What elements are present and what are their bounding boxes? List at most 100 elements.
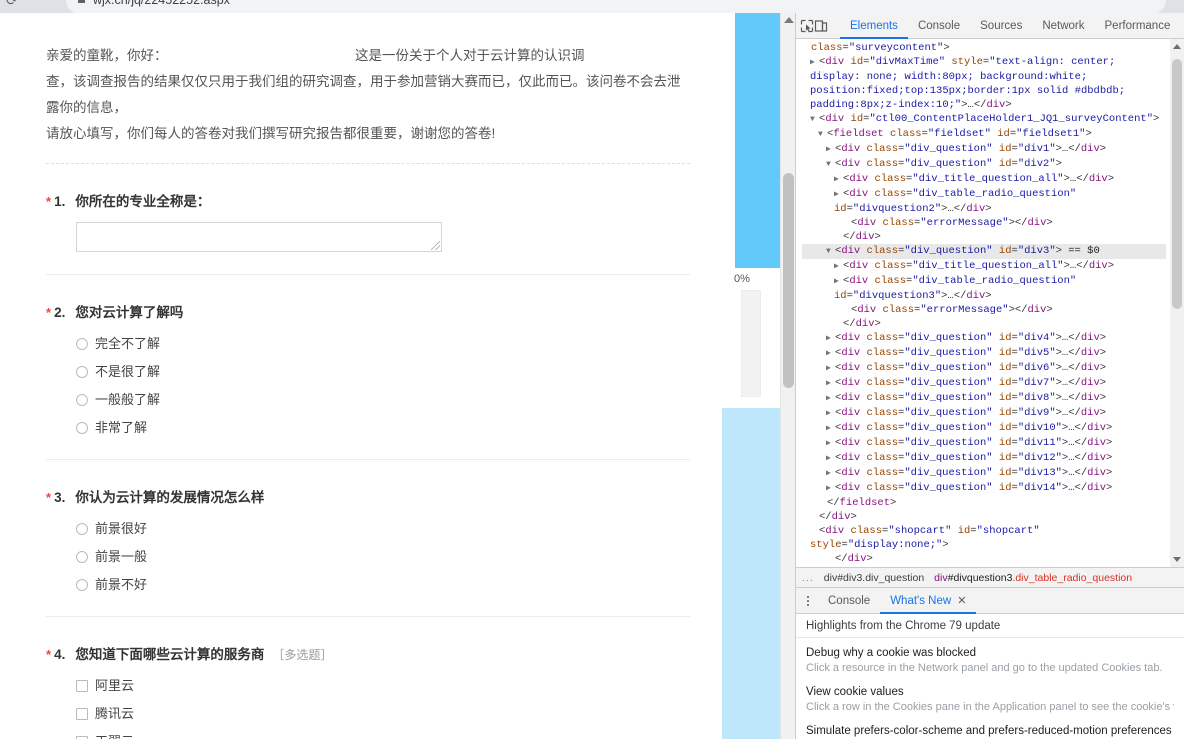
checkbox-icon[interactable] bbox=[76, 708, 88, 720]
whats-new-item-title[interactable]: View cookie values bbox=[806, 685, 1174, 700]
scroll-up-arrow-icon[interactable] bbox=[1173, 44, 1181, 49]
breadcrumb-item-div3[interactable]: div#div3.div_question bbox=[824, 572, 924, 584]
radio-option[interactable]: 不是很了解 bbox=[76, 363, 690, 381]
collapse-arrow-icon[interactable]: ▶ bbox=[826, 143, 835, 157]
dom-tree-node[interactable]: ▼ <fieldset class="fieldset" id="fieldset… bbox=[802, 127, 1166, 142]
dom-tree-node[interactable]: ▶ <div class="div_title_question_all">…</… bbox=[802, 259, 1166, 274]
dom-tree-node[interactable]: ▶ <div class="div_question" id="div12">…<… bbox=[802, 451, 1166, 466]
dom-tree-node[interactable]: </div> bbox=[802, 230, 1166, 244]
page-scrollbar[interactable] bbox=[780, 13, 795, 739]
dom-tree-node[interactable]: ▶ <div class="div_table_radio_question" i… bbox=[802, 274, 1166, 303]
expand-arrow-icon[interactable]: ▼ bbox=[826, 245, 835, 259]
dom-tree-node[interactable]: <div class="shopcart" id="shopcart" styl… bbox=[802, 524, 1166, 552]
dom-tree-node[interactable]: ▶ <div class="div_question" id="div9">…</… bbox=[802, 406, 1166, 421]
collapse-arrow-icon[interactable]: ▶ bbox=[826, 362, 835, 376]
more-options-icon[interactable] bbox=[798, 595, 818, 606]
dom-tree-node[interactable]: ▶ <div class="div_question" id="div6">…</… bbox=[802, 361, 1166, 376]
dom-tree-node[interactable]: ▶ <div class="div_table_radio_question" i… bbox=[802, 187, 1166, 216]
radio-icon[interactable] bbox=[76, 579, 88, 591]
drawer-tab-console[interactable]: Console bbox=[818, 588, 880, 614]
dom-tree-node[interactable]: ▶<div style="padding-top: 6px;clear:both… bbox=[802, 566, 1166, 567]
dom-tree-node[interactable]: ▼ <div class="div_question" id="div2"> bbox=[802, 157, 1166, 172]
dom-tree-node[interactable]: ▶ <div class="div_question" id="div5">…</… bbox=[802, 346, 1166, 361]
dom-tree-node[interactable]: ▶ <div class="div_question" id="div8">…</… bbox=[802, 391, 1166, 406]
dom-tree-node[interactable]: ▶ <div class="div_title_question_all">…</… bbox=[802, 172, 1166, 187]
address-bar[interactable]: wjx.cn/jq/22452252.aspx bbox=[66, 0, 1166, 13]
dom-tree-node[interactable]: ▶ <div class="div_question" id="div7">…</… bbox=[802, 376, 1166, 391]
radio-icon[interactable] bbox=[76, 366, 88, 378]
dom-tree-node[interactable]: ▶ <div class="div_question" id="div4">…</… bbox=[802, 331, 1166, 346]
radio-option[interactable]: 一般般了解 bbox=[76, 391, 690, 409]
dom-tree-node[interactable]: ▼ <div class="div_question" id="div3"> ==… bbox=[802, 244, 1166, 259]
radio-icon[interactable] bbox=[76, 422, 88, 434]
radio-icon[interactable] bbox=[76, 338, 88, 350]
whats-new-item-title[interactable]: Simulate prefers-color-scheme and prefer… bbox=[806, 724, 1174, 739]
tab-elements[interactable]: Elements bbox=[840, 13, 908, 39]
collapse-arrow-icon[interactable]: ▶ bbox=[834, 275, 843, 289]
tab-network[interactable]: Network bbox=[1032, 13, 1094, 39]
collapse-arrow-icon[interactable]: ▶ bbox=[826, 467, 835, 481]
inspect-element-icon[interactable] bbox=[800, 14, 814, 38]
radio-option[interactable]: 完全不了解 bbox=[76, 335, 690, 353]
scroll-up-arrow-icon[interactable] bbox=[784, 17, 794, 23]
dom-tree-node[interactable]: </div> bbox=[802, 317, 1166, 331]
collapse-arrow-icon[interactable]: ▶ bbox=[834, 188, 843, 202]
resize-grip-icon[interactable] bbox=[431, 241, 440, 250]
tab-console[interactable]: Console bbox=[908, 13, 970, 39]
dom-tree-node[interactable]: ▶ <div class="div_question" id="div11">…<… bbox=[802, 436, 1166, 451]
drawer-tab-whats-new[interactable]: What's New ✕ bbox=[880, 588, 976, 614]
collapse-arrow-icon[interactable]: ▶ bbox=[826, 377, 835, 391]
whats-new-item-title[interactable]: Debug why a cookie was blocked bbox=[806, 646, 1174, 661]
expand-arrow-icon[interactable]: ▼ bbox=[818, 128, 827, 142]
radio-icon[interactable] bbox=[76, 523, 88, 535]
radio-option[interactable]: 非常了解 bbox=[76, 419, 690, 437]
collapse-arrow-icon[interactable]: ▶ bbox=[810, 56, 819, 70]
collapse-arrow-icon[interactable]: ▶ bbox=[826, 347, 835, 361]
dom-tree-node[interactable]: </fieldset> bbox=[802, 496, 1166, 510]
dom-tree-node[interactable]: ▶ <div class="div_question" id="div13">…<… bbox=[802, 466, 1166, 481]
page-scrollbar-thumb[interactable] bbox=[783, 173, 794, 388]
breadcrumb-overflow[interactable]: ... bbox=[802, 572, 814, 584]
collapse-arrow-icon[interactable]: ▶ bbox=[826, 332, 835, 346]
tab-performance[interactable]: Performance bbox=[1095, 13, 1181, 39]
collapse-arrow-icon[interactable]: ▶ bbox=[826, 482, 835, 496]
collapse-arrow-icon[interactable]: ▶ bbox=[826, 437, 835, 451]
answer-textarea-1[interactable] bbox=[76, 222, 442, 252]
dom-tree-node[interactable]: ▶ <div class="div_question" id="div10">…<… bbox=[802, 421, 1166, 436]
collapse-arrow-icon[interactable]: ▶ bbox=[834, 173, 843, 187]
site-info-icon[interactable] bbox=[78, 0, 85, 3]
dom-tree-node[interactable]: <div class="errorMessage"></div> bbox=[802, 303, 1166, 317]
checkbox-option[interactable]: 天翼云 bbox=[76, 733, 690, 739]
device-toolbar-icon[interactable] bbox=[814, 14, 828, 38]
collapse-arrow-icon[interactable]: ▶ bbox=[834, 260, 843, 274]
dom-tree-node[interactable]: ▶ <div class="div_question" id="div1">…</… bbox=[802, 142, 1166, 157]
dom-tree-scrollbar-thumb[interactable] bbox=[1172, 59, 1182, 309]
tab-memory[interactable]: Memo bbox=[1180, 13, 1184, 39]
tab-sources[interactable]: Sources bbox=[970, 13, 1032, 39]
radio-option[interactable]: 前景不好 bbox=[76, 576, 690, 594]
dom-tree-node[interactable]: class="surveycontent"> bbox=[802, 41, 1166, 55]
checkbox-icon[interactable] bbox=[76, 680, 88, 692]
checkbox-option[interactable]: 阿里云 bbox=[76, 677, 690, 695]
collapse-arrow-icon[interactable]: ▶ bbox=[826, 452, 835, 466]
radio-icon[interactable] bbox=[76, 551, 88, 563]
collapse-arrow-icon[interactable]: ▶ bbox=[826, 422, 835, 436]
expand-arrow-icon[interactable]: ▼ bbox=[810, 113, 819, 127]
collapse-arrow-icon[interactable]: ▶ bbox=[826, 407, 835, 421]
radio-option[interactable]: 前景一般 bbox=[76, 548, 690, 566]
dom-tree-node[interactable]: </div> bbox=[802, 552, 1166, 566]
dom-tree-node[interactable]: ▶ <div id="divMaxTime" style="text-align:… bbox=[802, 55, 1166, 112]
expand-arrow-icon[interactable]: ▼ bbox=[826, 158, 835, 172]
dom-tree-node[interactable]: ▼ <div id="ctl00_ContentPlaceHolder1_JQ1_… bbox=[802, 112, 1166, 127]
radio-option[interactable]: 前景很好 bbox=[76, 520, 690, 538]
radio-icon[interactable] bbox=[76, 394, 88, 406]
close-icon[interactable]: ✕ bbox=[957, 594, 966, 607]
reload-icon[interactable]: ⟳ bbox=[6, 0, 18, 11]
checkbox-option[interactable]: 腾讯云 bbox=[76, 705, 690, 723]
dom-tree-node[interactable]: </div> bbox=[802, 510, 1166, 524]
dom-tree[interactable]: class="surveycontent"> ▶ <div id="divMaxTi… bbox=[796, 39, 1170, 567]
collapse-arrow-icon[interactable]: ▶ bbox=[826, 392, 835, 406]
dom-tree-node[interactable]: ▶ <div class="div_question" id="div14">…<… bbox=[802, 481, 1166, 496]
dom-tree-node[interactable]: <div class="errorMessage"></div> bbox=[802, 216, 1166, 230]
breadcrumb-item-divquestion3[interactable]: div#divquestion3.div_table_radio_questio… bbox=[934, 572, 1132, 584]
